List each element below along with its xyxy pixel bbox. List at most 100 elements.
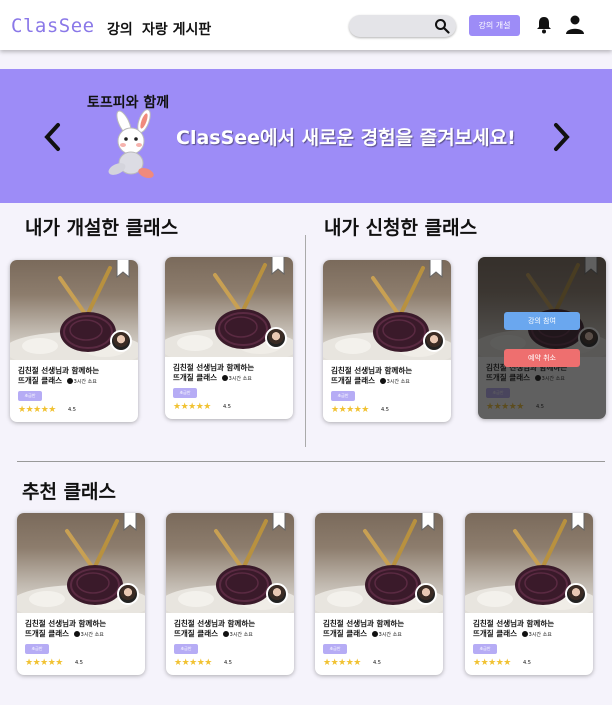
join-class-button[interactable]: 강의 참여: [504, 312, 580, 330]
rating-value: 4.5: [68, 407, 76, 413]
instructor-avatar: [265, 327, 287, 349]
course-thumbnail[interactable]: [10, 260, 138, 360]
course-title: 김친절 선생님과 함께하는 뜨개질 클래스 3시간 소요: [174, 619, 288, 640]
bookmark-icon[interactable]: [429, 260, 443, 278]
course-title-line1: 김친절 선생님과 함께하는: [25, 619, 107, 628]
course-thumbnail[interactable]: [323, 260, 451, 360]
level-tag: 초급반: [18, 391, 42, 401]
clock-icon: [521, 631, 528, 637]
course-title-line2: 뜨개질 클래스: [174, 629, 219, 638]
course-title-line1: 김친절 선생님과 함께하는: [473, 619, 555, 628]
search-input[interactable]: [349, 15, 456, 37]
rating-value: 4.5: [523, 660, 531, 666]
star-rating-icon: ★★★★★: [473, 658, 511, 668]
course-thumbnail[interactable]: [465, 513, 593, 613]
course-thumbnail[interactable]: [165, 257, 293, 357]
course-title-line1: 김친절 선생님과 함께하는: [174, 619, 256, 628]
level-tag: 초급반: [323, 644, 347, 654]
course-title: 김친절 선생님과 함께하는 뜨개질 클래스 3시간 소요: [173, 363, 287, 384]
bookmark-icon[interactable]: [571, 513, 585, 531]
instructor-avatar: [415, 583, 437, 605]
course-duration: 3시간 소요: [378, 632, 402, 638]
clock-icon: [379, 378, 386, 384]
course-title-line2: 뜨개질 클래스: [323, 629, 368, 638]
next-arrow-icon[interactable]: [552, 122, 572, 152]
course-thumbnail[interactable]: [315, 513, 443, 613]
course-title: 김친절 선생님과 함께하는 뜨개질 클래스 3시간 소요: [331, 366, 445, 387]
logo[interactable]: ClasSee: [11, 15, 95, 37]
bell-icon[interactable]: [535, 15, 553, 34]
nav-showoff-board[interactable]: 자랑 게시판: [142, 19, 211, 39]
recommended-class-card[interactable]: 김친절 선생님과 함께하는 뜨개질 클래스 3시간 소요 초급반 ★★★★★ 4…: [315, 513, 443, 675]
hero-banner: 토프피와 함께 ClasSee에서 새로운 경험을 즐겨보세요!: [0, 69, 612, 203]
recommended-class-card[interactable]: 김친절 선생님과 함께하는 뜨개질 클래스 3시간 소요 초급반 ★★★★★ 4…: [465, 513, 593, 675]
course-title-line2: 뜨개질 클래스: [18, 376, 63, 385]
level-tag: 초급반: [174, 644, 198, 654]
opened-class-card[interactable]: 김친절 선생님과 함께하는 뜨개질 클래스 3시간 소요 초급반 ★★★★★ 4…: [165, 257, 293, 419]
rabbit-mascot-icon: [108, 109, 154, 179]
course-title-line2: 뜨개질 클래스: [473, 629, 518, 638]
course-title-line1: 김친절 선생님과 함께하는: [323, 619, 405, 628]
course-title-line1: 김친절 선생님과 함께하는: [18, 366, 100, 375]
bookmark-icon[interactable]: [271, 257, 285, 275]
star-rating-icon: ★★★★★: [331, 405, 369, 415]
course-title-line2: 뜨개질 클래스: [173, 373, 218, 382]
star-rating-icon: ★★★★★: [173, 402, 211, 412]
recommended-classes-title: 추천 클래스: [22, 481, 117, 503]
level-tag: 초급반: [473, 644, 497, 654]
instructor-avatar: [266, 583, 288, 605]
rating-value: 4.5: [381, 407, 389, 413]
level-tag: 초급반: [331, 391, 355, 401]
prev-arrow-icon[interactable]: [42, 122, 62, 152]
course-title-line2: 뜨개질 클래스: [25, 629, 70, 638]
course-title: 김친절 선생님과 함께하는 뜨개질 클래스 3시간 소요: [323, 619, 437, 640]
card-action-overlay: 강의 참여예약 취소: [478, 257, 606, 419]
star-rating-icon: ★★★★★: [18, 405, 56, 415]
opened-class-card[interactable]: 김친절 선생님과 함께하는 뜨개질 클래스 3시간 소요 초급반 ★★★★★ 4…: [10, 260, 138, 422]
instructor-avatar: [110, 330, 132, 352]
bookmark-icon[interactable]: [123, 513, 137, 531]
course-thumbnail[interactable]: [17, 513, 145, 613]
clock-icon: [66, 378, 73, 384]
course-duration: 3시간 소요: [73, 379, 97, 385]
cancel-reservation-button[interactable]: 예약 취소: [504, 349, 580, 367]
nav-lectures[interactable]: 강의: [107, 19, 133, 39]
rating-value: 4.5: [75, 660, 83, 666]
bookmark-icon[interactable]: [116, 260, 130, 278]
course-title-line2: 뜨개질 클래스: [331, 376, 376, 385]
level-tag: 초급반: [173, 388, 197, 398]
section-divider: [305, 235, 306, 447]
level-tag: 초급반: [25, 644, 49, 654]
applied-classes-title: 내가 신청한 클래스: [324, 217, 478, 239]
course-duration: 3시간 소요: [80, 632, 104, 638]
star-rating-icon: ★★★★★: [25, 658, 63, 668]
search-icon[interactable]: [434, 18, 450, 34]
recommended-class-card[interactable]: 김친절 선생님과 함께하는 뜨개질 클래스 3시간 소요 초급반 ★★★★★ 4…: [17, 513, 145, 675]
rating-value: 4.5: [223, 404, 231, 410]
course-thumbnail[interactable]: [166, 513, 294, 613]
course-title-line1: 김친절 선생님과 함께하는: [173, 363, 255, 372]
applied-class-card[interactable]: 김친절 선생님과 함께하는 뜨개질 클래스 3시간 소요 초급반 ★★★★★ 4…: [478, 257, 606, 419]
clock-icon: [371, 631, 378, 637]
bookmark-icon[interactable]: [272, 513, 286, 531]
applied-class-card[interactable]: 김친절 선생님과 함께하는 뜨개질 클래스 3시간 소요 초급반 ★★★★★ 4…: [323, 260, 451, 422]
open-course-button[interactable]: 강의 개설: [469, 15, 520, 36]
bookmark-icon[interactable]: [421, 513, 435, 531]
rating-value: 4.5: [373, 660, 381, 666]
instructor-avatar: [117, 583, 139, 605]
clock-icon: [222, 631, 229, 637]
recommended-class-card[interactable]: 김친절 선생님과 함께하는 뜨개질 클래스 3시간 소요 초급반 ★★★★★ 4…: [166, 513, 294, 675]
star-rating-icon: ★★★★★: [174, 658, 212, 668]
opened-classes-title: 내가 개설한 클래스: [25, 217, 179, 239]
course-title: 김친절 선생님과 함께하는 뜨개질 클래스 3시간 소요: [25, 619, 139, 640]
clock-icon: [221, 375, 228, 381]
course-duration: 3시간 소요: [229, 632, 253, 638]
star-rating-icon: ★★★★★: [323, 658, 361, 668]
course-title: 김친절 선생님과 함께하는 뜨개질 클래스 3시간 소요: [18, 366, 132, 387]
course-title: 김친절 선생님과 함께하는 뜨개질 클래스 3시간 소요: [473, 619, 587, 640]
top-header: ClasSee 강의 자랑 게시판 강의 개설: [0, 0, 612, 50]
course-duration: 3시간 소요: [528, 632, 552, 638]
instructor-avatar: [565, 583, 587, 605]
user-icon[interactable]: [565, 15, 585, 34]
banner-headline: ClasSee에서 새로운 경험을 즐겨보세요!: [176, 127, 516, 149]
